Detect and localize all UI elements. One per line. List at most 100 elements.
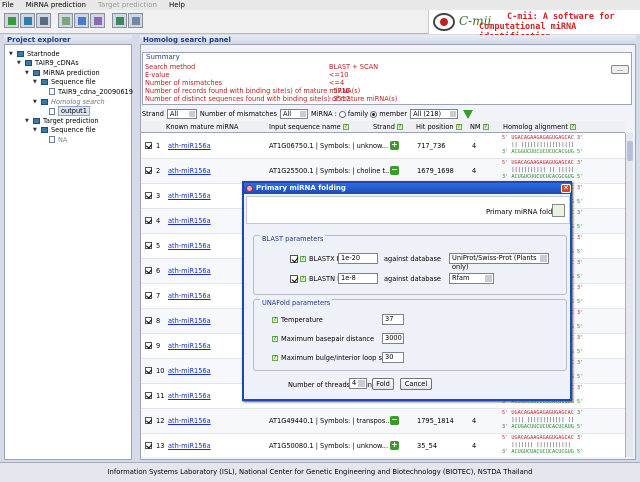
blastn-database-select[interactable]: Rfam (449, 273, 494, 284)
blastn-checkbox[interactable] (290, 275, 298, 283)
family-radio[interactable] (338, 110, 346, 118)
table-scrollbar[interactable] (625, 133, 633, 457)
blastx-database-select[interactable]: UniProt/Swiss-Prot (Plants only) (449, 253, 549, 271)
scrollbar-thumb[interactable] (627, 141, 633, 161)
folding-button[interactable] (90, 13, 105, 28)
target-button[interactable] (112, 13, 127, 28)
col-homolog-alignment[interactable]: Homolog alignment? (503, 123, 576, 131)
tree-node[interactable]: ▼ Sequence file (33, 126, 96, 135)
help-icon[interactable]: ? (455, 124, 462, 130)
mirna-link[interactable]: ath-miR156a (168, 167, 211, 175)
help-icon[interactable]: ? (272, 317, 278, 323)
mirna-link[interactable]: ath-miR156a (168, 367, 211, 375)
help-icon[interactable]: ? (300, 276, 306, 282)
help-icon[interactable]: ? (569, 124, 576, 130)
mirna-link[interactable]: ath-miR156a (168, 217, 211, 225)
mirna-link[interactable]: ath-miR156a (168, 242, 211, 250)
menu-mirna-prediction[interactable]: MiRNA prediction (26, 1, 86, 9)
tree-node[interactable]: ▼ Startnode (9, 49, 60, 58)
help-icon[interactable]: ? (300, 256, 306, 262)
help-icon[interactable]: ? (396, 124, 403, 130)
mirna-link[interactable]: ath-miR156a (168, 192, 211, 200)
help-icon[interactable]: ? (272, 336, 278, 342)
help-icon[interactable]: ? (482, 124, 489, 130)
row-checkbox[interactable] (145, 167, 152, 174)
expand-toggle-icon[interactable]: ▼ (33, 99, 39, 105)
mirna-link[interactable]: ath-miR156a (168, 317, 211, 325)
tree-node[interactable]: NA (41, 135, 67, 144)
table-row[interactable]: 1 ath-miR156a AT1G06750.1 | Symbols: | unk… (141, 134, 625, 159)
temperature-input[interactable]: 37 (382, 314, 404, 325)
row-checkbox[interactable] (145, 217, 152, 224)
help-icon[interactable]: ? (342, 124, 349, 130)
tree-node[interactable]: ▼ MiRNA prediction (25, 68, 100, 77)
sequence-button[interactable] (58, 13, 73, 28)
tree-node[interactable]: ▼ Target prediction (25, 116, 99, 125)
tree-node[interactable]: output1 (41, 106, 90, 117)
col-known-mirna[interactable]: Known mature miRNA (166, 123, 238, 131)
table-row[interactable]: 12 ath-miR156a AT1G49440.1 | Symbols: | tr… (141, 409, 625, 434)
tree-node[interactable]: ▼ TAIR9_cDNAs (17, 59, 79, 68)
fold-button[interactable]: Fold (372, 378, 394, 390)
mirna-link[interactable]: ath-miR156a (168, 417, 211, 425)
row-checkbox[interactable] (145, 267, 152, 274)
col-input-name[interactable]: Input sequence name? (269, 123, 349, 131)
row-checkbox[interactable] (145, 392, 152, 399)
expand-toggle-icon[interactable]: ▼ (25, 118, 31, 124)
expand-toggle-icon[interactable]: ▼ (9, 51, 15, 57)
help-icon[interactable]: ? (272, 355, 278, 361)
row-checkbox[interactable] (145, 242, 152, 249)
mirna-link[interactable]: ath-miR156a (168, 442, 211, 450)
expand-toggle-icon[interactable]: ▼ (25, 70, 31, 76)
max-loop-input[interactable]: 30 (382, 352, 404, 363)
row-checkbox[interactable] (145, 292, 152, 299)
minus-strand-icon: − (390, 415, 399, 425)
col-strand[interactable]: Strand? (373, 123, 403, 131)
row-checkbox[interactable] (145, 367, 152, 374)
row-checkbox[interactable] (145, 317, 152, 324)
blastn-evalue-input[interactable]: 1e-8 (338, 273, 378, 284)
cancel-button[interactable]: Cancel (400, 378, 432, 390)
filter-icon[interactable] (463, 109, 474, 119)
tree-node[interactable]: TAIR9_cdna_20090619 (41, 87, 133, 96)
menu-file[interactable]: File (2, 1, 14, 9)
table-row[interactable]: 13 ath-miR156a AT1G50080.1 | Symbols: | un… (141, 434, 625, 457)
row-number: 6 (156, 267, 161, 275)
tree-node[interactable]: ▼ Sequence file (33, 78, 96, 87)
col-nm[interactable]: NM? (470, 123, 489, 131)
close-button[interactable]: ✕ (561, 184, 571, 193)
row-checkbox[interactable] (145, 192, 152, 199)
tree-node[interactable]: ▼ Homolog search (33, 97, 105, 106)
export-button[interactable] (128, 13, 143, 28)
row-checkbox[interactable] (145, 142, 152, 149)
expand-toggle-icon[interactable]: ▼ (17, 60, 23, 66)
expand-toggle-icon[interactable]: ▼ (33, 127, 39, 133)
mirna-link[interactable]: ath-miR156a (168, 142, 211, 150)
new-project-button[interactable] (4, 13, 19, 28)
mirna-link[interactable]: ath-miR156a (168, 292, 211, 300)
menu-target-prediction[interactable]: Target prediction (98, 1, 157, 9)
row-checkbox[interactable] (145, 417, 152, 424)
threads-select[interactable]: 4 (349, 378, 367, 389)
mirna-link[interactable]: ath-miR156a (168, 267, 211, 275)
save-button[interactable] (36, 13, 51, 28)
menu-help[interactable]: Help (169, 1, 185, 9)
member-filter-select[interactable]: All (218) (410, 109, 459, 119)
summary-value: BLAST + SCAN (329, 63, 379, 71)
dialog-titlebar[interactable]: Primary miRNA folding (244, 183, 570, 194)
blastx-evalue-input[interactable]: 1e-20 (338, 253, 378, 264)
homolog-button[interactable] (74, 13, 89, 28)
blastx-checkbox[interactable] (290, 255, 298, 263)
member-radio[interactable] (370, 110, 378, 118)
max-basepair-input[interactable]: 3000 (382, 333, 404, 344)
mirna-link[interactable]: ath-miR156a (168, 392, 211, 400)
summary-more-button[interactable]: ... (611, 65, 629, 74)
mirna-link[interactable]: ath-miR156a (168, 342, 211, 350)
strand-filter-select[interactable]: All (166, 109, 197, 119)
col-hit-position[interactable]: Hit position? (416, 123, 462, 131)
row-checkbox[interactable] (145, 442, 152, 449)
mismatch-filter-select[interactable]: All (279, 109, 308, 119)
row-checkbox[interactable] (145, 342, 152, 349)
open-project-button[interactable] (20, 13, 35, 28)
expand-toggle-icon[interactable]: ▼ (33, 79, 39, 85)
